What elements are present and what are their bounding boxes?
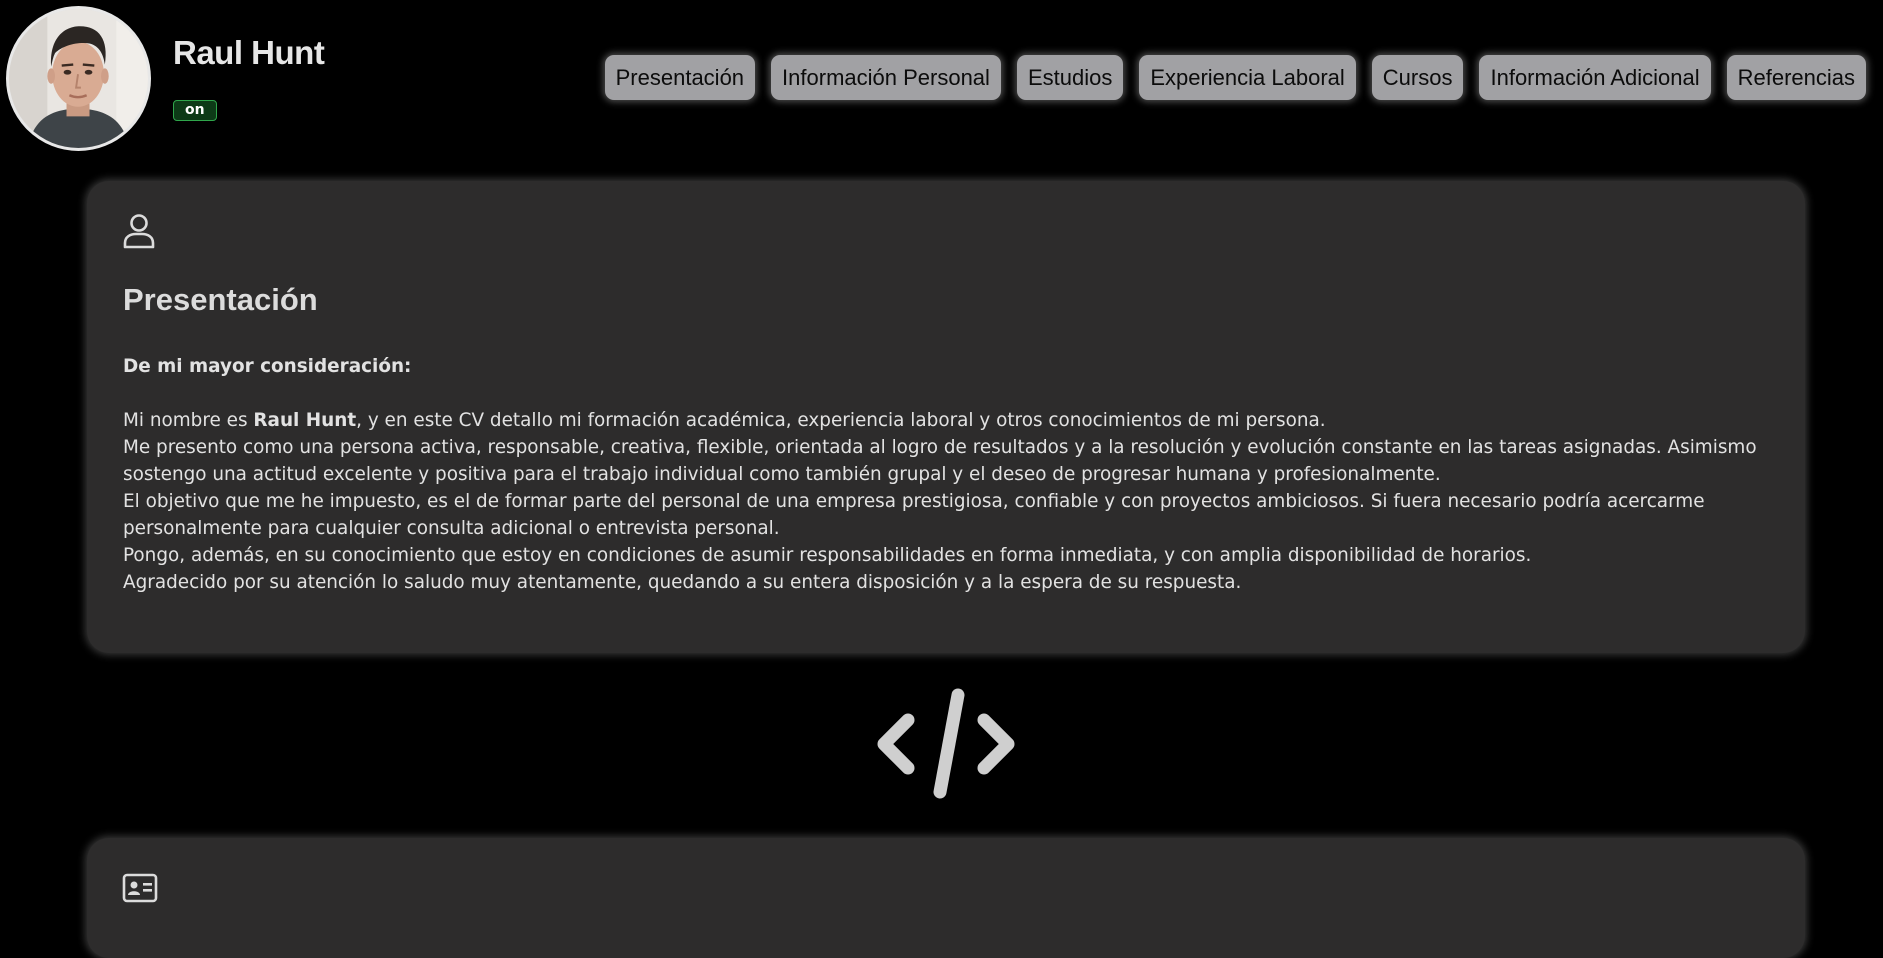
nav-estudios[interactable]: Estudios — [1016, 55, 1124, 100]
presentacion-section: Presentación De mi mayor consideración: … — [87, 181, 1805, 653]
user-icon — [123, 214, 155, 249]
intro-text-start: Mi nombre es — [123, 410, 254, 431]
nav-cursos[interactable]: Cursos — [1371, 55, 1464, 100]
profile-photo — [9, 9, 148, 148]
header: Raul Hunt on Presentación Información Pe… — [0, 0, 1883, 160]
intro-name: Raul Hunt — [253, 410, 357, 431]
nav-informacion-adicional[interactable]: Información Adicional — [1479, 55, 1711, 100]
intro-text-end: , y en este CV detallo mi formación acad… — [356, 410, 1326, 431]
informacion-personal-section — [87, 838, 1805, 958]
code-icon — [877, 688, 1015, 799]
paragraph-intro: Mi nombre es Raul Hunt, y en este CV det… — [123, 407, 1763, 434]
nav-presentacion[interactable]: Presentación — [604, 55, 756, 100]
paragraph-profile: Me presento como una persona activa, res… — [123, 437, 1757, 485]
section-title: Presentación — [123, 282, 318, 317]
avatar — [6, 6, 151, 151]
status-badge: on — [173, 100, 217, 121]
main-nav: Presentación Información Personal Estudi… — [604, 55, 1866, 100]
nav-referencias[interactable]: Referencias — [1726, 55, 1866, 100]
nav-experiencia-laboral[interactable]: Experiencia Laboral — [1139, 55, 1356, 100]
paragraph-closing: Agradecido por su atención lo saludo muy… — [123, 572, 1242, 593]
salutation: De mi mayor consideración: — [123, 356, 412, 377]
nav-informacion-personal[interactable]: Información Personal — [771, 55, 1001, 100]
profile-name: Raul Hunt — [173, 34, 325, 71]
paragraph-objective: El objetivo que me he impuesto, es el de… — [123, 491, 1705, 539]
presentacion-text: De mi mayor consideración: Mi nombre es … — [123, 353, 1763, 596]
paragraph-availability: Pongo, además, en su conocimiento que es… — [123, 545, 1532, 566]
id-card-icon — [122, 873, 158, 903]
